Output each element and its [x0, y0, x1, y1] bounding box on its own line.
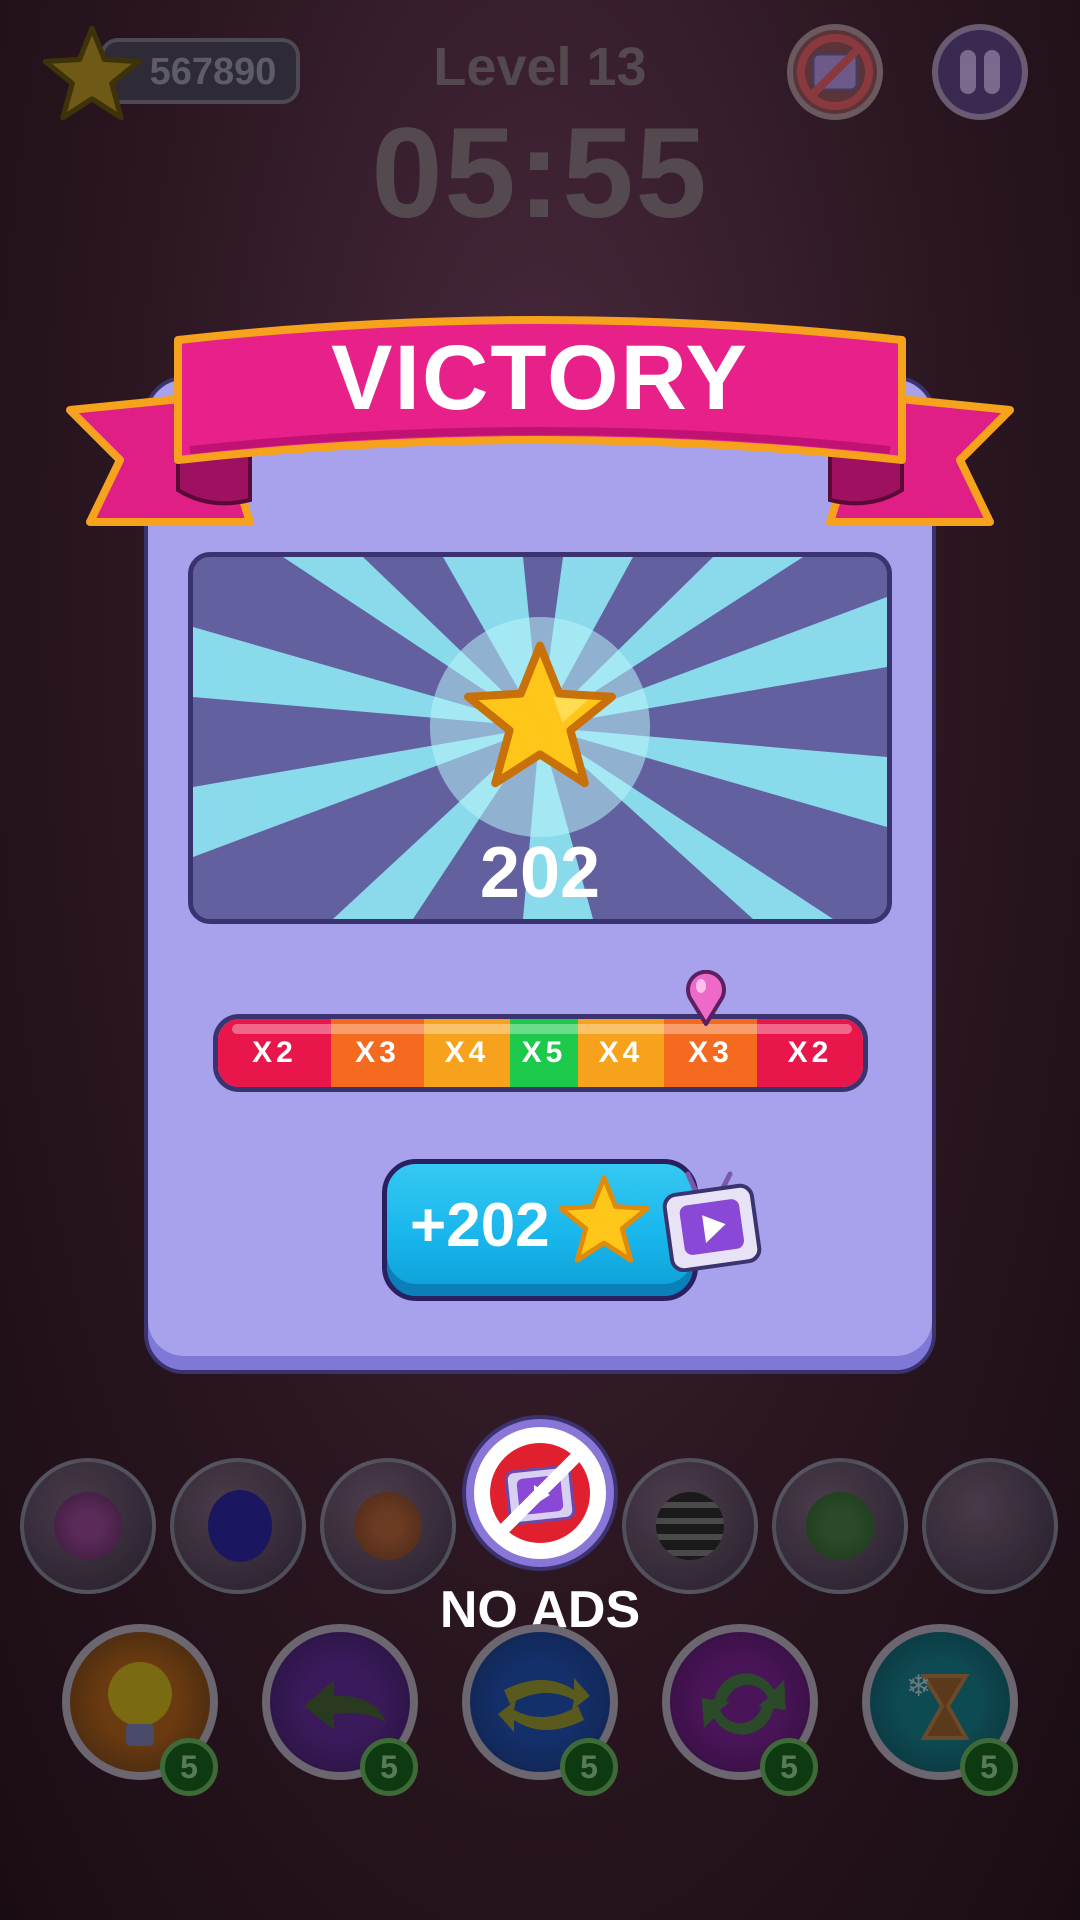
reward-star-icon [558, 1175, 650, 1263]
ball-empty [922, 1458, 1058, 1594]
level-label: Level 13 [433, 37, 647, 97]
pause-button[interactable] [932, 24, 1028, 120]
pause-icon [960, 50, 976, 94]
booster-count-badge: 5 [760, 1738, 818, 1796]
shuffle-arrows-icon [498, 1678, 590, 1732]
no-ads-button[interactable] [460, 1413, 620, 1573]
multiplier-bar-shine [232, 1024, 852, 1034]
booster-count-badge: 5 [360, 1738, 418, 1796]
watch-ad-tv-icon [662, 1171, 762, 1272]
refresh-arrows-icon [702, 1673, 786, 1735]
svg-text:❄: ❄ [906, 1669, 931, 1704]
no-ads-icon [797, 34, 873, 110]
ball-pink [20, 1458, 156, 1594]
ball-striped [622, 1458, 758, 1594]
coin-value: 567890 [149, 51, 277, 93]
booster-count-badge: 5 [160, 1738, 218, 1796]
coin-star-icon [42, 25, 142, 121]
multiplier-pointer-icon [686, 970, 726, 1026]
booster-count-badge: 5 [960, 1738, 1018, 1796]
ball-blue [170, 1458, 306, 1594]
no-ads-button-top[interactable] [787, 24, 883, 120]
prize-star-icon [464, 641, 616, 788]
prize-amount: 202 [479, 833, 601, 913]
timer: 05:55 [371, 102, 709, 245]
booster-count-badge: 5 [560, 1738, 618, 1796]
undo-arrow-icon [304, 1680, 386, 1730]
ball-orange [320, 1458, 456, 1594]
claim-reward-label: +202 [410, 1191, 550, 1260]
victory-title: VICTORY [331, 327, 749, 429]
ball-green [772, 1458, 908, 1594]
lightbulb-icon [108, 1662, 172, 1746]
